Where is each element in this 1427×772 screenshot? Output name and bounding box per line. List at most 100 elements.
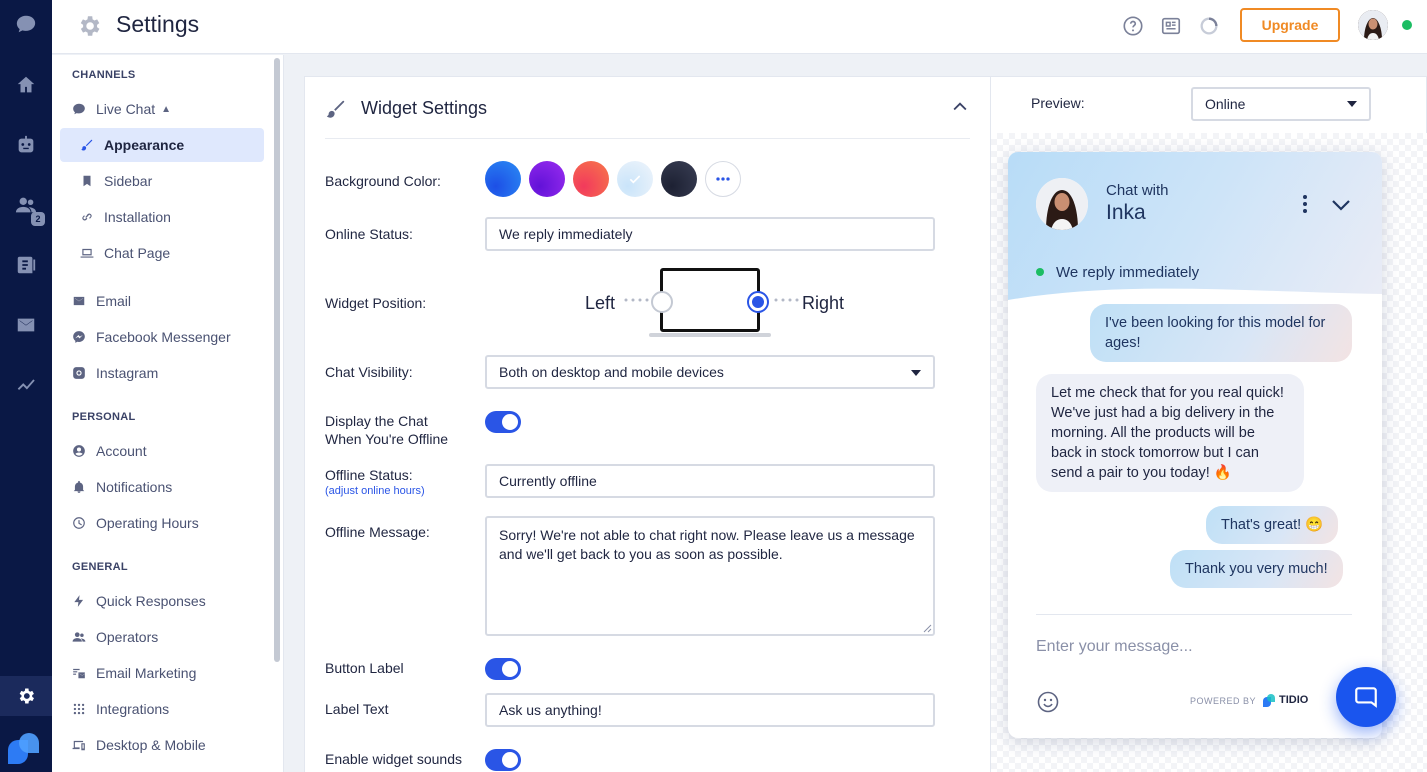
sidebar-item-label: Account: [96, 443, 147, 459]
widget-sounds-label: Enable widget sounds: [325, 751, 462, 767]
settings-icon[interactable]: [0, 676, 52, 716]
section-header-personal: PERSONAL: [72, 411, 136, 423]
offline-message-textarea[interactable]: Sorry! We're not able to chat right now.…: [485, 516, 935, 636]
online-status-text: We reply immediately: [1056, 264, 1200, 281]
section-header-channels: CHANNELS: [72, 69, 136, 81]
display-offline-label: Display the Chat When You're Offline: [325, 412, 448, 448]
offline-status-label: Offline Status:: [325, 467, 413, 483]
settings-gear-icon: [80, 16, 100, 36]
resize-handle-icon[interactable]: [923, 624, 932, 633]
sidebar-item-appearance[interactable]: Appearance: [60, 128, 264, 162]
brush-icon: [326, 100, 345, 118]
user-avatar[interactable]: [1358, 10, 1388, 40]
position-right-label[interactable]: Right: [802, 293, 844, 314]
sidebar-item-operating-hours[interactable]: Operating Hours: [60, 506, 264, 540]
sidebar-item-label: Sidebar: [104, 173, 153, 189]
sidebar-item-label: Facebook Messenger: [96, 329, 231, 345]
upgrade-button[interactable]: Upgrade: [1240, 8, 1340, 42]
help-icon[interactable]: [1122, 15, 1144, 37]
message-bubble-agent: Let me check that for you real quick! We…: [1036, 374, 1304, 492]
more-colors-button[interactable]: [705, 161, 741, 197]
color-swatch-coral[interactable]: [573, 161, 609, 197]
reports-icon[interactable]: [0, 245, 52, 285]
background-color-label: Background Color:: [325, 173, 441, 189]
panel-header[interactable]: Widget Settings: [325, 77, 970, 139]
adjust-online-hours-link[interactable]: (adjust online hours): [325, 485, 425, 497]
message-input[interactable]: Enter your message...: [1036, 638, 1193, 656]
button-label-toggle[interactable]: [485, 658, 521, 680]
analytics-icon[interactable]: [0, 364, 52, 404]
widget-sounds-toggle[interactable]: [485, 749, 521, 771]
sidebar-item-label: Notifications: [96, 479, 173, 495]
message-bubble-visitor: Thank you very much!: [1170, 550, 1343, 588]
sidebar-item-chat-page[interactable]: Chat Page: [60, 236, 264, 270]
display-offline-toggle[interactable]: [485, 411, 521, 433]
chat-visibility-label: Chat Visibility:: [325, 364, 413, 380]
sidebar-item-integrations[interactable]: Integrations: [60, 692, 264, 726]
emoji-icon[interactable]: [1036, 690, 1060, 714]
chat-launcher-icon: [1355, 687, 1377, 708]
section-header-general: GENERAL: [72, 561, 128, 573]
position-left-radio[interactable]: [651, 291, 673, 313]
label-text-input[interactable]: Ask us anything!: [485, 693, 935, 727]
top-bar: Settings Upgrade: [52, 0, 1427, 54]
sidebar-item-desktop-mobile[interactable]: Desktop & Mobile: [60, 728, 264, 762]
color-swatch-dark[interactable]: [661, 161, 697, 197]
sidebar-item-sidebar[interactable]: Sidebar: [60, 164, 264, 198]
chevron-up-icon[interactable]: [950, 97, 970, 117]
clock-icon: [73, 517, 85, 529]
instagram-icon: [73, 367, 85, 379]
operators-icon: [72, 632, 86, 642]
sidebar-item-label: Installation: [104, 209, 171, 225]
sidebar-item-instagram[interactable]: Instagram: [60, 356, 264, 390]
sidebar-item-label: Operators: [96, 629, 159, 645]
sidebar-item-account[interactable]: Account: [60, 434, 264, 468]
sidebar-item-quick-responses[interactable]: Quick Responses: [60, 584, 264, 618]
online-status-input[interactable]: We reply immediately: [485, 217, 935, 251]
panel-title: Widget Settings: [361, 98, 488, 118]
bot-icon[interactable]: [0, 125, 52, 165]
offline-message-label: Offline Message:: [325, 524, 430, 540]
sidebar-item-operators[interactable]: Operators: [60, 620, 264, 654]
color-swatch-light-selected[interactable]: [617, 161, 653, 197]
button-label-label: Button Label: [325, 660, 404, 676]
offline-status-input[interactable]: Currently offline: [485, 464, 935, 498]
sidebar-item-email-marketing[interactable]: Email Marketing: [60, 656, 264, 690]
sidebar-item-installation[interactable]: Installation: [60, 200, 264, 234]
chat-visibility-select[interactable]: Both on desktop and mobile devices: [485, 355, 935, 389]
color-swatch-purple[interactable]: [529, 161, 565, 197]
color-swatch-blue[interactable]: [485, 161, 521, 197]
sidebar-scrollbar[interactable]: [274, 58, 280, 662]
sidebar-item-notifications[interactable]: Notifications: [60, 470, 264, 504]
chat-with-label: Chat with: [1106, 182, 1169, 199]
position-right-radio[interactable]: [747, 291, 769, 313]
sidebar-item-label: Quick Responses: [96, 593, 206, 609]
loading-icon[interactable]: [1198, 15, 1220, 37]
screen-illustration: [660, 268, 760, 332]
mail-icon[interactable]: [0, 305, 52, 345]
sidebar-item-label: Email: [96, 293, 132, 309]
sidebar-item-email[interactable]: Email: [60, 284, 264, 318]
news-icon[interactable]: [1160, 15, 1182, 37]
lightning-icon: [74, 595, 84, 607]
home-icon[interactable]: [0, 65, 52, 105]
app-rail: 2: [0, 0, 52, 772]
chevron-down-icon[interactable]: [1330, 196, 1352, 214]
sidebar-item-label: Appearance: [104, 137, 185, 153]
chat-launcher-button[interactable]: [1336, 667, 1396, 727]
more-dots-icon: [716, 177, 730, 181]
agent-avatar: [1036, 178, 1088, 230]
position-left-label[interactable]: Left: [585, 293, 615, 314]
contacts-count-badge: 2: [31, 212, 45, 226]
preview-mode-select[interactable]: Online: [1191, 87, 1371, 121]
chat-bubble-icon[interactable]: [0, 4, 52, 44]
more-vertical-icon[interactable]: [1296, 194, 1314, 214]
tidio-mark-icon: [1263, 694, 1275, 707]
messenger-icon: [73, 331, 85, 343]
chat-visibility-value: Both on desktop and mobile devices: [499, 364, 724, 380]
bookmark-icon: [83, 175, 91, 187]
sidebar-item-live-chat[interactable]: Live Chat ▲: [60, 92, 264, 126]
sidebar-item-facebook-messenger[interactable]: Facebook Messenger: [60, 320, 264, 354]
brush-icon: [81, 139, 93, 151]
online-status-dot: [1402, 20, 1412, 30]
